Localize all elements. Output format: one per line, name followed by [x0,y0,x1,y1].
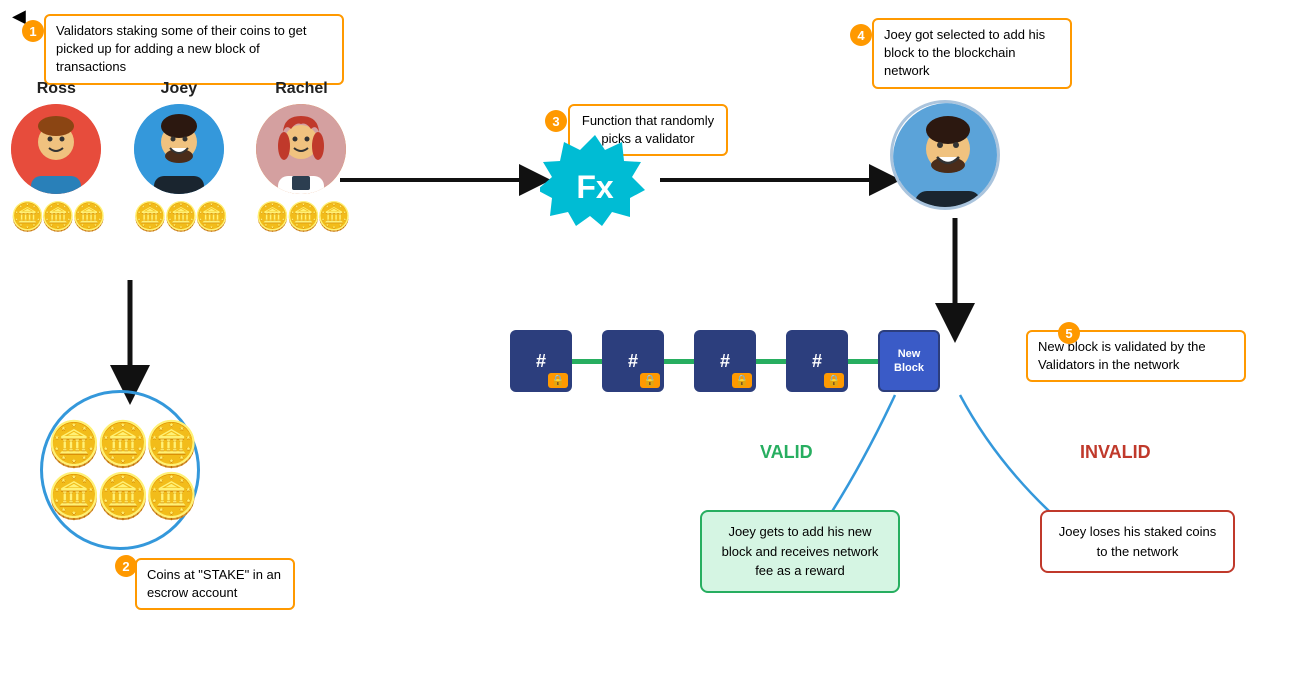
ross-coins: 🪙🪙🪙 [10,200,103,233]
step4-callout: Joey got selected to add his block to th… [872,18,1072,89]
validator-ross: Ross 🪙🪙🪙 [10,80,103,233]
joey-name: Joey [161,80,197,98]
ross-name: Ross [37,80,76,98]
validators-to-fx-arrow [340,165,550,195]
rachel-name: Rachel [275,80,327,98]
blockchain-row: # 🔒 # 🔒 # 🔒 # 🔒 NewBlock [510,330,940,392]
fx-to-joey-arrow [660,165,900,195]
lock-icon-2: 🔒 [640,373,660,388]
validator-joey: Joey 🪙🪙🪙 [133,80,226,233]
rachel-coins: 🪙🪙🪙 [255,200,348,233]
new-block-label: NewBlock [894,347,924,376]
joey-coins: 🪙🪙🪙 [133,200,226,233]
svg-text:Fx: Fx [576,169,614,205]
lock-icon-4: 🔒 [824,373,844,388]
fx-function-shape: Fx [540,130,650,240]
step5-badge: 5 [1058,322,1080,344]
selected-validator-joey [890,100,1000,210]
rachel-avatar [256,104,346,194]
staked-coins-oval: 🪙🪙🪙🪙🪙🪙 [40,390,200,550]
step1-badge: 1 [22,20,44,42]
joey-avatar [134,104,224,194]
valid-outcome-box: Joey gets to add his new block and recei… [700,510,900,593]
invalid-outcome-box: Joey loses his staked coins to the netwo… [1040,510,1235,573]
validator-rachel: Rachel [255,80,348,233]
blockchain-block-3: # 🔒 [694,330,756,392]
step4-badge: 4 [850,24,872,46]
step2-callout: Coins at "STAKE" in an escrow account [135,558,295,610]
lock-icon-1: 🔒 [548,373,568,388]
joey-to-blockchain-arrow [940,218,970,338]
blockchain-block-2: # 🔒 [602,330,664,392]
proof-of-stake-diagram: ◀ 1 Validators staking some of their coi… [0,0,1291,677]
new-block: NewBlock [878,330,940,392]
validators-section: Ross 🪙🪙🪙 [10,80,348,233]
step2-badge: 2 [115,555,137,577]
blockchain-block-4: # 🔒 [786,330,848,392]
lock-icon-3: 🔒 [732,373,752,388]
step1-callout: Validators staking some of their coins t… [44,14,344,85]
validators-to-stake-arrow [110,280,150,400]
step3-badge: 3 [545,110,567,132]
blockchain-block-1: # 🔒 [510,330,572,392]
ross-avatar [11,104,101,194]
